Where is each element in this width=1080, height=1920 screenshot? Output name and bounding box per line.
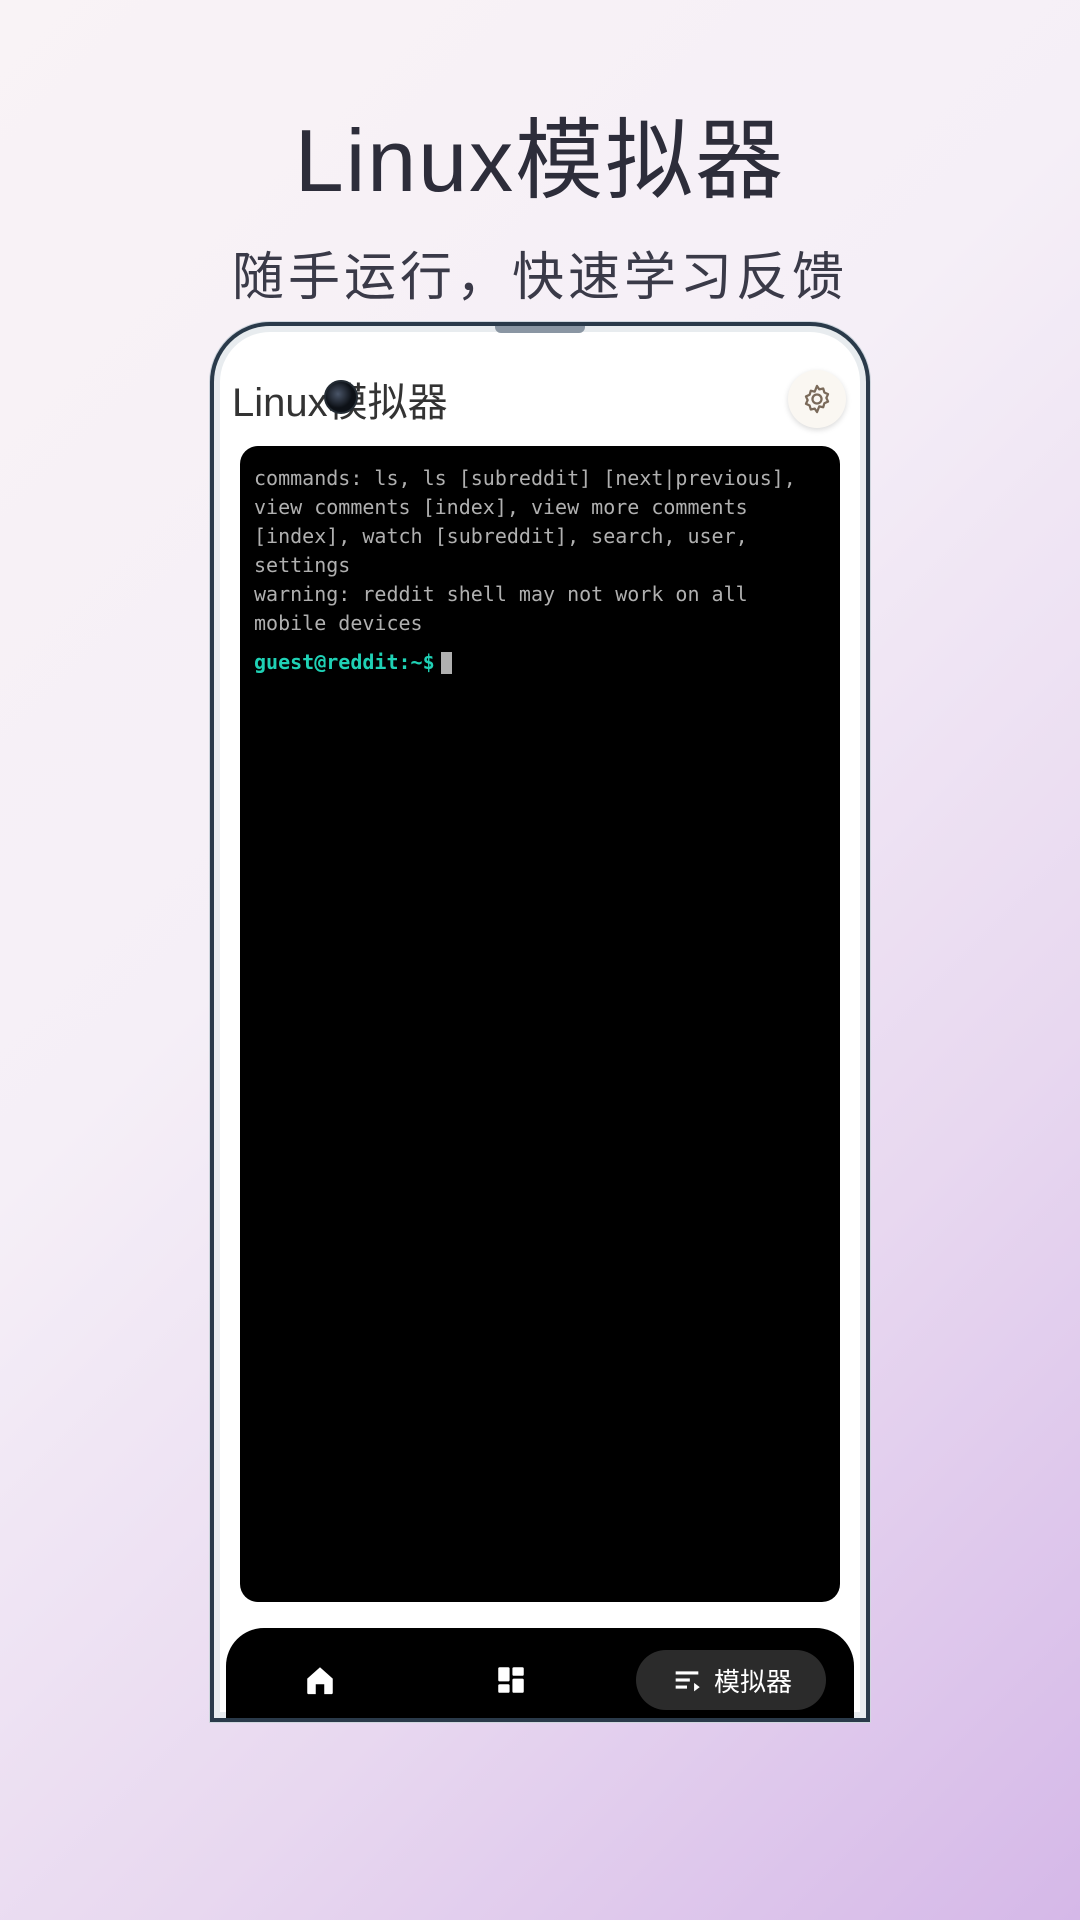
phone-speaker xyxy=(495,325,585,333)
terminal-window[interactable]: commands: ls, ls [subreddit] [next|previ… xyxy=(240,446,840,1602)
terminal-cursor xyxy=(441,652,452,674)
nav-emulator-label: 模拟器 xyxy=(714,1662,792,1699)
terminal-commands-text: commands: ls, ls [subreddit] [next|previ… xyxy=(254,464,826,580)
nav-emulator[interactable]: 模拟器 xyxy=(636,1650,826,1710)
phone-camera xyxy=(324,380,358,414)
hero-title: Linux模拟器 xyxy=(0,90,1080,217)
nav-home[interactable] xyxy=(254,1650,385,1710)
app-bar: Linux模拟器 xyxy=(226,364,854,434)
settings-button[interactable] xyxy=(788,370,846,428)
terminal-prompt: guest@reddit:~$ xyxy=(254,648,435,677)
emulator-icon xyxy=(670,1663,704,1697)
dashboard-icon xyxy=(494,1663,528,1697)
bottom-nav: 模拟器 xyxy=(226,1628,854,1722)
gear-icon xyxy=(800,382,834,416)
nav-dashboard[interactable] xyxy=(445,1650,576,1710)
hero-header: Linux模拟器 随手运行，快速学习反馈 xyxy=(0,0,1080,310)
home-icon xyxy=(303,1663,337,1697)
terminal-warning-text: warning: reddit shell may not work on al… xyxy=(254,580,826,638)
hero-subtitle: 随手运行，快速学习反馈 xyxy=(0,235,1080,310)
terminal-prompt-line[interactable]: guest@reddit:~$ xyxy=(254,648,826,677)
phone-frame: Linux模拟器 commands: ls, ls [subreddit] [n… xyxy=(210,322,870,1722)
